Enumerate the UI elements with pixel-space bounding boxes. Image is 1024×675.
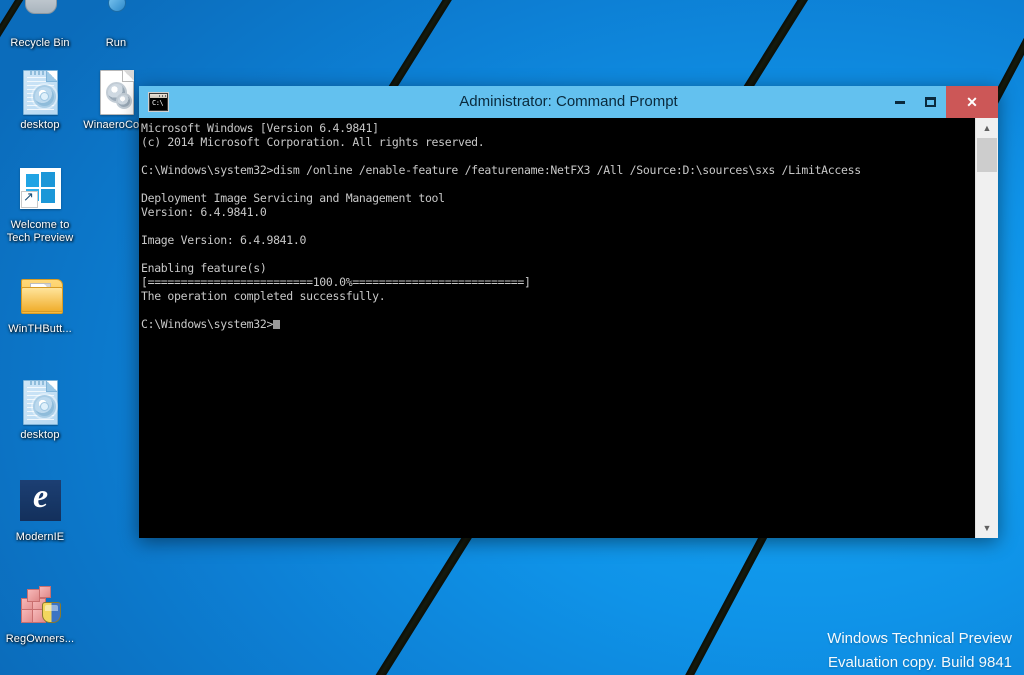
console-line	[141, 219, 975, 233]
desktop-icon-run[interactable]: Run	[78, 0, 154, 50]
console-line: Version: 6.4.9841.0	[141, 205, 975, 219]
minimize-button[interactable]	[884, 86, 915, 118]
scrollbar-track[interactable]	[976, 138, 998, 518]
desktop-icon-label: WinTHButt...	[2, 323, 78, 336]
watermark-line-1: Windows Technical Preview	[827, 627, 1012, 651]
console-line	[141, 247, 975, 261]
console-caret	[273, 320, 280, 329]
command-prompt-icon: C:\	[149, 93, 168, 111]
desktop-icon-label: ModernIE	[2, 531, 78, 544]
scrollbar-thumb[interactable]	[977, 138, 997, 172]
scroll-down-arrow-icon[interactable]: ▼	[976, 518, 998, 538]
desktop-icon-desktop-ini-1[interactable]: desktop	[2, 68, 78, 132]
console-line: Deployment Image Servicing and Managemen…	[141, 191, 975, 205]
desktop-icon-label: Run	[78, 37, 154, 50]
registry-shield-icon	[16, 582, 64, 630]
ini-file-icon	[16, 68, 64, 116]
maximize-icon	[925, 97, 936, 107]
desktop-icon-label: Recycle Bin	[2, 37, 78, 50]
desktop-icon-label: desktop	[2, 429, 78, 442]
folder-icon	[16, 272, 64, 320]
recycle-bin-icon	[16, 0, 64, 34]
console-prompt-line: C:\Windows\system32>	[141, 317, 975, 331]
desktop-icon-label: desktop	[2, 119, 78, 132]
desktop-icon-modernie[interactable]: e ModernIE	[2, 480, 78, 544]
console-line: Image Version: 6.4.9841.0	[141, 233, 975, 247]
console-line	[141, 303, 975, 317]
window-body: Microsoft Windows [Version 6.4.9841] (c)…	[139, 118, 998, 538]
desktop-icon-recycle-bin[interactable]: Recycle Bin	[2, 0, 78, 50]
ini-file-icon	[16, 378, 64, 426]
command-prompt-icon-text: C:\	[152, 99, 163, 107]
desktop-icon-label: Welcome to Tech Preview	[2, 219, 78, 244]
console-line: Microsoft Windows [Version 6.4.9841]	[141, 121, 975, 135]
evaluation-watermark: Windows Technical Preview Evaluation cop…	[827, 627, 1012, 675]
window-title: Administrator: Command Prompt	[139, 86, 998, 118]
console-line	[141, 177, 975, 191]
desktop-icon-desktop-ini-2[interactable]: desktop	[2, 378, 78, 442]
console-output[interactable]: Microsoft Windows [Version 6.4.9841] (c)…	[139, 118, 975, 538]
close-button[interactable]: ✕	[946, 86, 998, 118]
console-line: Enabling feature(s)	[141, 261, 975, 275]
scroll-up-arrow-icon[interactable]: ▲	[976, 118, 998, 138]
console-prompt: C:\Windows\system32>	[141, 317, 273, 331]
console-line-command: C:\Windows\system32>dism /online /enable…	[141, 163, 975, 177]
window-controls: ✕	[884, 86, 998, 118]
desktop-icon-winthbutton[interactable]: WinTHButt...	[2, 272, 78, 336]
internet-explorer-icon: e	[16, 480, 64, 528]
console-line-result: The operation completed successfully.	[141, 289, 975, 303]
maximize-button[interactable]	[915, 86, 946, 118]
desktop[interactable]: Recycle Bin Run desktop WinaeroCo... Wel…	[0, 0, 1024, 675]
desktop-icon-regowners[interactable]: RegOwners...	[2, 582, 78, 646]
watermark-line-2: Evaluation copy. Build 9841	[827, 651, 1012, 675]
window-titlebar[interactable]: C:\ Administrator: Command Prompt ✕	[139, 86, 998, 118]
document-gears-icon	[92, 68, 140, 116]
console-line: (c) 2014 Microsoft Corporation. All righ…	[141, 135, 975, 149]
console-progress-bar: [=========================100.0%========…	[141, 275, 975, 289]
console-line	[141, 149, 975, 163]
windows-logo-shortcut-icon	[16, 168, 64, 216]
command-prompt-window[interactable]: C:\ Administrator: Command Prompt ✕ Micr…	[139, 86, 998, 538]
desktop-icon-label: RegOwners...	[2, 633, 78, 646]
minimize-icon	[895, 101, 905, 104]
close-icon: ✕	[966, 95, 978, 109]
run-shortcut-icon	[92, 0, 140, 34]
console-scrollbar[interactable]: ▲ ▼	[975, 118, 998, 538]
desktop-icon-welcome-tech-preview[interactable]: Welcome to Tech Preview	[2, 168, 78, 244]
